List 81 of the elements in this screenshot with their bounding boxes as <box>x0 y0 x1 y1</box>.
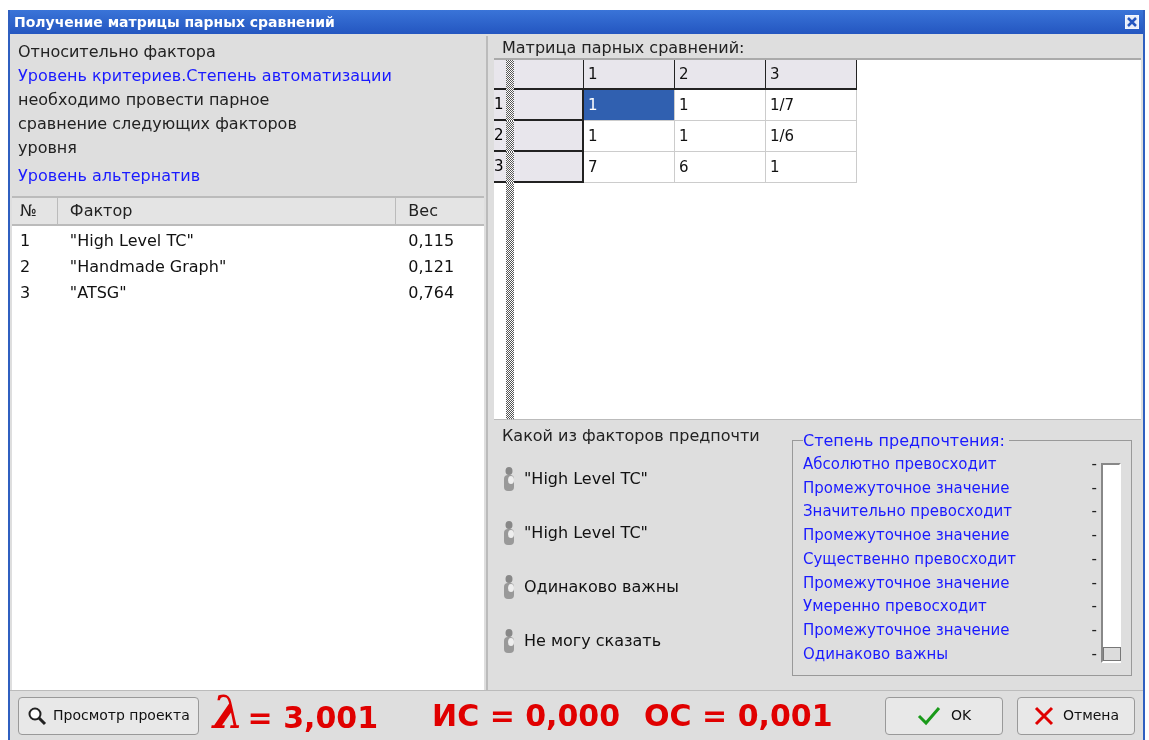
matrix-cell[interactable]: 1 <box>766 152 857 183</box>
radio-option[interactable]: "High Level TC" <box>502 466 648 492</box>
view-project-button[interactable]: Просмотр проекта <box>18 696 199 735</box>
search-icon <box>27 705 47 726</box>
row-header[interactable]: 1 <box>494 90 506 121</box>
scale-tick: - <box>1091 548 1097 570</box>
table-cell-text: "ATSG" <box>68 282 128 304</box>
matrix-cell[interactable]: 1 <box>584 90 675 121</box>
scale-tick: - <box>1091 619 1097 641</box>
splitter-bar[interactable] <box>506 90 514 121</box>
cross-icon <box>1032 704 1055 727</box>
table-cell-text: "High Level TC" <box>68 230 195 252</box>
window-title: Получение матрицы парных сравнений <box>14 12 335 32</box>
instruction-text: необходимо провести парное сравнение следующих факторов уровня <box>18 89 298 159</box>
column-header[interactable]: 3 <box>766 60 857 90</box>
row-header-cell <box>514 90 584 121</box>
matrix-cell[interactable]: 6 <box>675 152 766 183</box>
splitter-bar[interactable] <box>506 183 514 419</box>
scale-tick: - <box>1091 596 1097 618</box>
scale-label: Промежуточное значение <box>803 477 1010 499</box>
matrix-cell[interactable]: 1/6 <box>766 121 857 152</box>
row-header-cell <box>514 152 584 183</box>
ok-button[interactable]: OK <box>885 696 1003 735</box>
scale-label: Умеренно превосходит <box>803 596 987 618</box>
row-header-cell <box>514 121 584 152</box>
table-cell-text: 0,764 <box>407 282 456 304</box>
scale-label: Промежуточное значение <box>803 619 1010 641</box>
level-name: Уровень альтернатив <box>18 165 202 187</box>
scale-label: Существенно превосходит <box>803 548 1017 570</box>
consistency-index: ИС = 0,000 <box>432 697 621 735</box>
scale-label: Промежуточное значение <box>803 525 1010 547</box>
matrix-cell[interactable]: 1 <box>675 90 766 121</box>
criterion-name: Уровень критериев.Степень автоматизации <box>18 65 393 87</box>
scale-tick: - <box>1091 572 1097 594</box>
criterion-label: Относительно фактора <box>18 41 217 63</box>
column-header[interactable]: № <box>12 198 58 226</box>
slider-thumb[interactable] <box>1103 647 1121 661</box>
table-cell-text: 0,115 <box>407 230 456 252</box>
radio-icon[interactable] <box>502 574 516 600</box>
scale-tick: - <box>1091 454 1097 475</box>
scale-label: Значительно превосходит <box>803 501 1013 523</box>
row-header[interactable]: 3 <box>494 152 506 183</box>
column-header[interactable]: 2 <box>675 60 766 90</box>
scale-label: Абсолютно превосходит <box>803 454 997 475</box>
corner-cell <box>494 60 506 90</box>
table-cell-text: 0,121 <box>407 256 456 278</box>
question-text: Какой из факторов предпочти <box>502 425 760 447</box>
matrix-cell[interactable]: 7 <box>584 152 675 183</box>
splitter-bar[interactable] <box>506 121 514 152</box>
matrix-cell[interactable]: 1 <box>584 121 675 152</box>
table-cell-text: "Handmade Graph" <box>68 256 228 278</box>
corner-cell <box>514 60 584 90</box>
scale-tick: - <box>1091 643 1097 665</box>
cancel-button[interactable]: Отмена <box>1017 696 1135 735</box>
scale-tick: - <box>1091 525 1097 547</box>
row-header[interactable]: 2 <box>494 121 506 152</box>
scale-tick: - <box>1091 477 1097 499</box>
column-header[interactable]: Вес <box>396 198 484 226</box>
radio-option[interactable]: "High Level TC" <box>502 520 648 546</box>
lambda-value: λ= 3,001 <box>212 691 379 740</box>
radio-icon[interactable] <box>502 520 516 546</box>
column-header[interactable]: 1 <box>584 60 675 90</box>
splitter-bar[interactable] <box>506 60 514 90</box>
radio-icon[interactable] <box>502 628 516 654</box>
table-cell-text: 1 <box>19 230 32 252</box>
column-header[interactable]: Фактор <box>57 198 397 226</box>
close-icon[interactable] <box>1125 15 1139 29</box>
consistency-ratio: ОС = 0,001 <box>644 697 833 735</box>
scale-tick: - <box>1091 501 1097 523</box>
matrix-cell[interactable]: 1/7 <box>766 90 857 121</box>
splitter-bar[interactable] <box>506 152 514 183</box>
scale-label: Одинаково важны <box>803 643 949 665</box>
check-icon <box>916 705 941 726</box>
table-cell-text: 3 <box>19 282 32 304</box>
radio-icon[interactable] <box>502 466 516 492</box>
matrix-cell[interactable]: 1 <box>675 121 766 152</box>
radio-option[interactable]: Не могу сказать <box>502 628 662 654</box>
table-cell-text: 2 <box>19 256 32 278</box>
scale-label: Промежуточное значение <box>803 572 1010 594</box>
slider-track[interactable] <box>1101 463 1121 663</box>
radio-option[interactable]: Одинаково важны <box>502 574 679 600</box>
